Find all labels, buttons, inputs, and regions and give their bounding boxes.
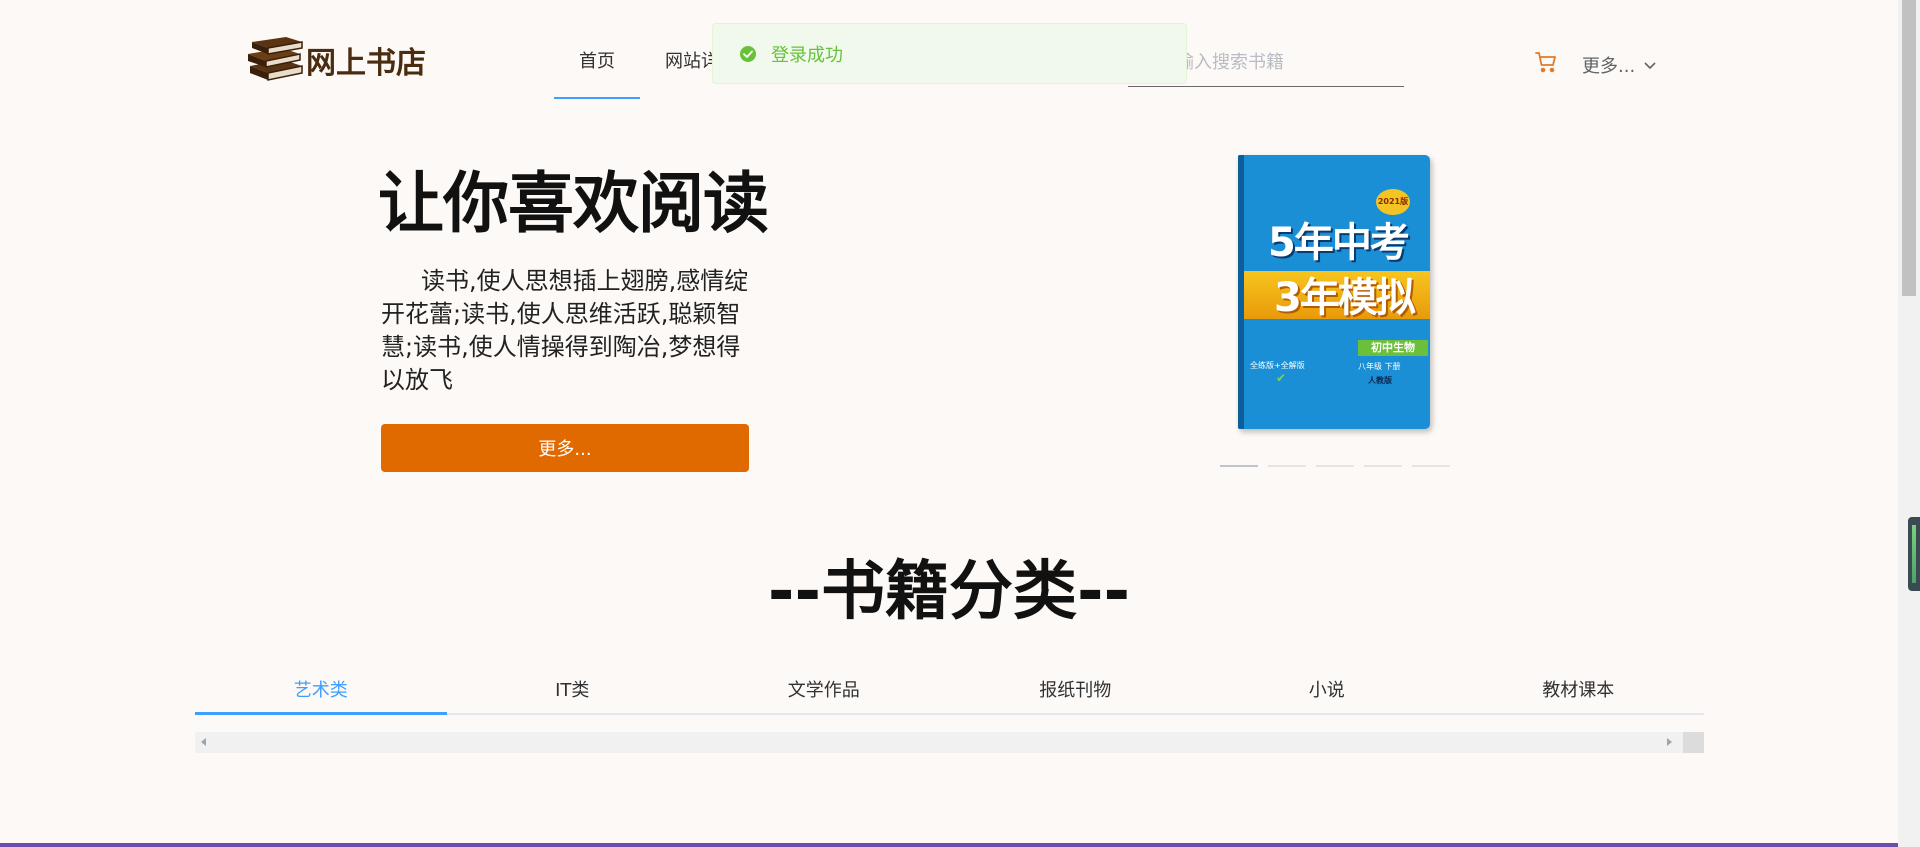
scroll-left-icon[interactable] <box>201 738 206 746</box>
tab-novels[interactable]: 小说 <box>1201 670 1453 713</box>
page-scrollbar-thumb[interactable] <box>1902 0 1916 296</box>
book-edition: 人教版 <box>1368 376 1392 385</box>
hero-description: 读书,使人思想插上翅膀,感情绽开花蕾;读书,使人思维活跃,聪颖智慧;读书,使人情… <box>381 267 749 394</box>
success-message: 登录成功 <box>712 23 1187 84</box>
nav-item-home[interactable]: 首页 <box>554 0 640 99</box>
more-dropdown-label: 更多... <box>1582 56 1636 77</box>
scrollbar-corner <box>1683 732 1704 753</box>
bottom-border <box>0 843 1898 847</box>
cart-icon[interactable] <box>1534 50 1558 74</box>
chevron-down-icon <box>1644 62 1656 70</box>
page-scrollbar[interactable] <box>1898 0 1920 847</box>
more-button[interactable]: 更多... <box>381 424 749 472</box>
tab-it[interactable]: IT类 <box>447 670 699 713</box>
carousel-indicator[interactable] <box>1316 465 1354 467</box>
book-grade: 八年级 下册 <box>1358 362 1401 371</box>
more-dropdown[interactable]: 更多... <box>1582 52 1657 78</box>
carousel-indicators <box>1220 465 1460 467</box>
scroll-right-icon[interactable] <box>1667 738 1672 746</box>
tab-newspapers[interactable]: 报纸刊物 <box>950 670 1202 713</box>
logo[interactable]: 网上书店 <box>244 36 426 84</box>
book-title-line1: 5年中考 <box>1268 220 1410 266</box>
check-circle-icon <box>740 45 756 62</box>
category-tabs: 艺术类 IT类 文学作品 报纸刊物 小说 教材课本 <box>195 670 1704 715</box>
book-tagline: 全练版+全解版 <box>1250 361 1305 370</box>
carousel-indicator[interactable] <box>1364 465 1402 467</box>
carousel-indicator[interactable] <box>1220 465 1258 467</box>
tab-art[interactable]: 艺术类 <box>195 670 447 715</box>
side-widget[interactable] <box>1908 517 1920 591</box>
checkmark-icon: ✔ <box>1276 371 1287 385</box>
tab-literature[interactable]: 文学作品 <box>698 670 950 713</box>
carousel-book-cover[interactable]: 2021版 5年中考 3年模拟 初中生物 全练版+全解版 八年级 下册 人教版 … <box>1238 155 1430 429</box>
horizontal-scrollbar[interactable] <box>195 732 1704 753</box>
carousel-indicator[interactable] <box>1412 465 1450 467</box>
book-title-line2: 3年模拟 <box>1274 275 1416 321</box>
carousel-indicator[interactable] <box>1268 465 1306 467</box>
tab-textbooks[interactable]: 教材课本 <box>1453 670 1705 713</box>
book-subject: 初中生物 <box>1358 340 1428 356</box>
logo-text: 网上书店 <box>306 46 426 81</box>
hero-title: 让你喜欢阅读 <box>378 165 769 242</box>
category-section-title: --书籍分类-- <box>767 555 1131 629</box>
books-logo-icon <box>248 37 303 81</box>
success-message-text: 登录成功 <box>771 44 843 66</box>
